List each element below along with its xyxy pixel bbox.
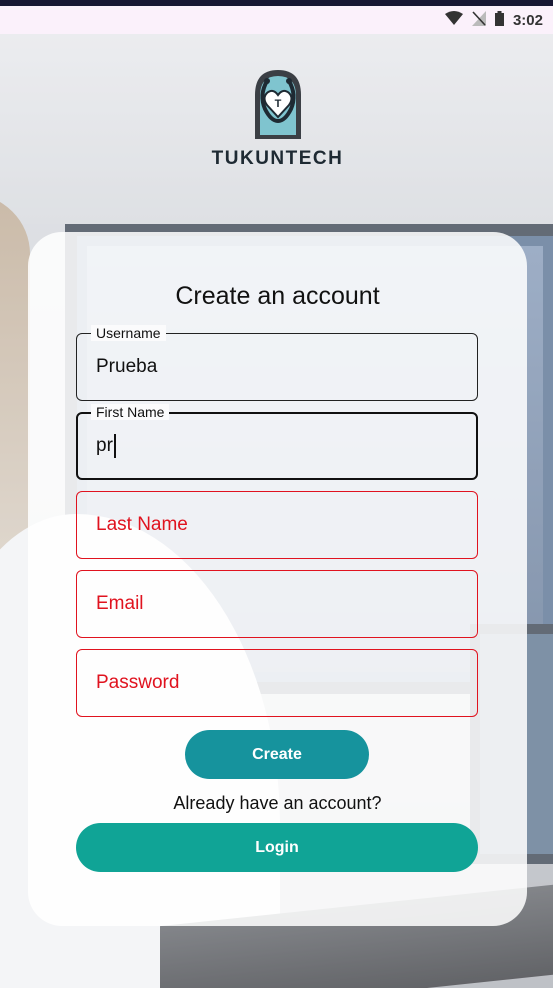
stethoscope-heart-logo-icon: T bbox=[254, 70, 301, 139]
create-button[interactable]: Create bbox=[185, 730, 369, 779]
username-field[interactable]: Username Prueba bbox=[76, 325, 478, 401]
password-field[interactable]: Password bbox=[76, 649, 478, 717]
username-value: Prueba bbox=[96, 356, 158, 377]
already-have-account-text: Already have an account? bbox=[173, 793, 382, 813]
login-button[interactable]: Login bbox=[76, 823, 478, 872]
status-bar: 3:02 bbox=[0, 6, 553, 34]
first-name-label: First Name bbox=[91, 404, 170, 420]
text-caret bbox=[113, 434, 116, 458]
brand-name: TUKUNTECH bbox=[211, 148, 344, 169]
last-name-placeholder: Last Name bbox=[96, 514, 188, 535]
form-title: Create an account bbox=[175, 282, 380, 310]
clock-text: 3:02 bbox=[512, 11, 543, 29]
first-name-field[interactable]: First Name pr bbox=[76, 404, 478, 480]
no-signal-icon bbox=[471, 10, 486, 30]
signup-card: Create an account Username Prueba First … bbox=[28, 232, 527, 926]
logo-badge-letter: T bbox=[274, 98, 281, 110]
username-label: Username bbox=[91, 325, 166, 341]
last-name-field[interactable]: Last Name bbox=[76, 491, 478, 559]
battery-icon bbox=[494, 10, 504, 30]
wifi-icon bbox=[444, 11, 463, 29]
first-name-value: pr bbox=[96, 435, 113, 456]
email-field[interactable]: Email bbox=[76, 570, 478, 638]
password-placeholder: Password bbox=[96, 672, 180, 693]
app-logo: T TUKUNTECH bbox=[205, 65, 350, 175]
email-placeholder: Email bbox=[96, 593, 144, 614]
